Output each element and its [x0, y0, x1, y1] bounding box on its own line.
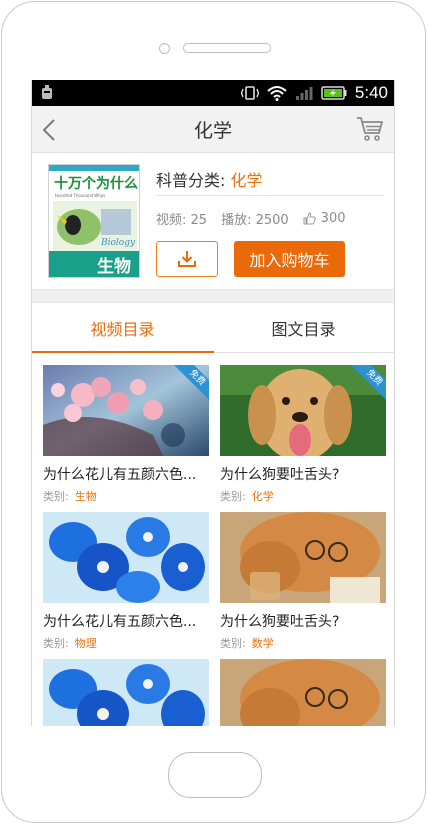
app-header: 化学	[32, 106, 394, 153]
speaker	[183, 43, 271, 53]
usb-debug-icon	[42, 85, 52, 99]
page-title: 化学	[193, 119, 232, 142]
tab-video-catalog[interactable]: 视频目录	[32, 303, 213, 352]
video-card[interactable]: 免费 为什么狗要吐舌头? 类别: 化学	[220, 365, 386, 504]
category-value: 化学	[230, 171, 263, 190]
video-card[interactable]	[43, 659, 209, 726]
add-to-cart-button[interactable]: 加入购物车	[234, 241, 345, 277]
status-time: 5:40	[354, 83, 388, 102]
section-gap	[32, 289, 394, 303]
category-line: 科普分类: 化学	[156, 167, 263, 191]
video-thumbnail[interactable]	[43, 659, 209, 726]
wifi-icon	[267, 86, 287, 101]
back-icon[interactable]	[40, 118, 60, 142]
screen: 5:40 化学 十万个为什么 Hundred Thousand Whys Bio…	[31, 80, 395, 726]
cart-icon[interactable]	[356, 116, 384, 142]
category-value: 生物	[74, 490, 97, 503]
video-card[interactable]	[220, 659, 386, 726]
tab-indicator	[32, 351, 214, 353]
cover-subtitle: Hundred Thousand Whys	[55, 193, 105, 198]
tab-bar: 视频目录 图文目录	[32, 303, 394, 353]
video-category: 类别: 化学	[220, 488, 386, 504]
category-label: 类别:	[220, 637, 246, 650]
camera	[159, 43, 170, 54]
category-label: 科普分类:	[156, 171, 231, 190]
video-card[interactable]: 免费 为什么花儿有五颜六色... 类别: 生物	[43, 365, 209, 504]
thumbs-up-icon	[303, 212, 316, 225]
battery-icon	[321, 86, 347, 100]
vibrate-icon	[240, 86, 259, 100]
video-title[interactable]: 为什么花儿有五颜六色...	[43, 611, 207, 631]
video-thumbnail[interactable]	[220, 512, 386, 603]
video-thumbnail[interactable]	[220, 659, 386, 726]
plays-count: 播放: 2500	[221, 213, 289, 228]
category-label: 类别:	[220, 490, 246, 503]
download-icon	[178, 251, 196, 267]
cover-title: 十万个为什么	[54, 175, 138, 192]
book-cover[interactable]: 十万个为什么 Hundred Thousand Whys Biology 生物	[48, 164, 140, 278]
cover-subject-en: Biology	[100, 238, 136, 248]
video-thumbnail[interactable]: 免费	[43, 365, 209, 456]
video-thumbnail[interactable]	[43, 512, 209, 603]
video-category: 类别: 数学	[220, 635, 386, 651]
stats-row: 视频: 25 播放: 2500 300	[156, 209, 346, 228]
divider	[156, 195, 384, 196]
video-title[interactable]: 为什么花儿有五颜六色...	[43, 464, 207, 484]
video-card[interactable]: 为什么狗要吐舌头? 类别: 数学	[220, 512, 386, 651]
signal-icon	[295, 87, 313, 100]
category-value: 化学	[251, 490, 274, 503]
home-button[interactable]	[168, 752, 262, 798]
like-button[interactable]: 300	[303, 211, 346, 226]
category-value: 物理	[74, 637, 97, 650]
video-category: 类别: 生物	[43, 488, 209, 504]
status-bar: 5:40	[32, 80, 394, 106]
category-value: 数学	[251, 637, 274, 650]
download-button[interactable]	[156, 241, 218, 277]
category-label: 类别:	[43, 637, 69, 650]
cover-subject: 生物	[97, 256, 131, 277]
category-label: 类别:	[43, 490, 69, 503]
views-count: 视频: 25	[156, 213, 208, 228]
video-card[interactable]: 为什么花儿有五颜六色... 类别: 物理	[43, 512, 209, 651]
video-title[interactable]: 为什么狗要吐舌头?	[220, 611, 384, 631]
video-category: 类别: 物理	[43, 635, 209, 651]
video-title[interactable]: 为什么狗要吐舌头?	[220, 464, 384, 484]
tab-article-catalog[interactable]: 图文目录	[213, 303, 394, 352]
likes-count: 300	[320, 211, 346, 226]
video-thumbnail[interactable]: 免费	[220, 365, 386, 456]
book-info: 十万个为什么 Hundred Thousand Whys Biology 生物 …	[32, 153, 394, 289]
